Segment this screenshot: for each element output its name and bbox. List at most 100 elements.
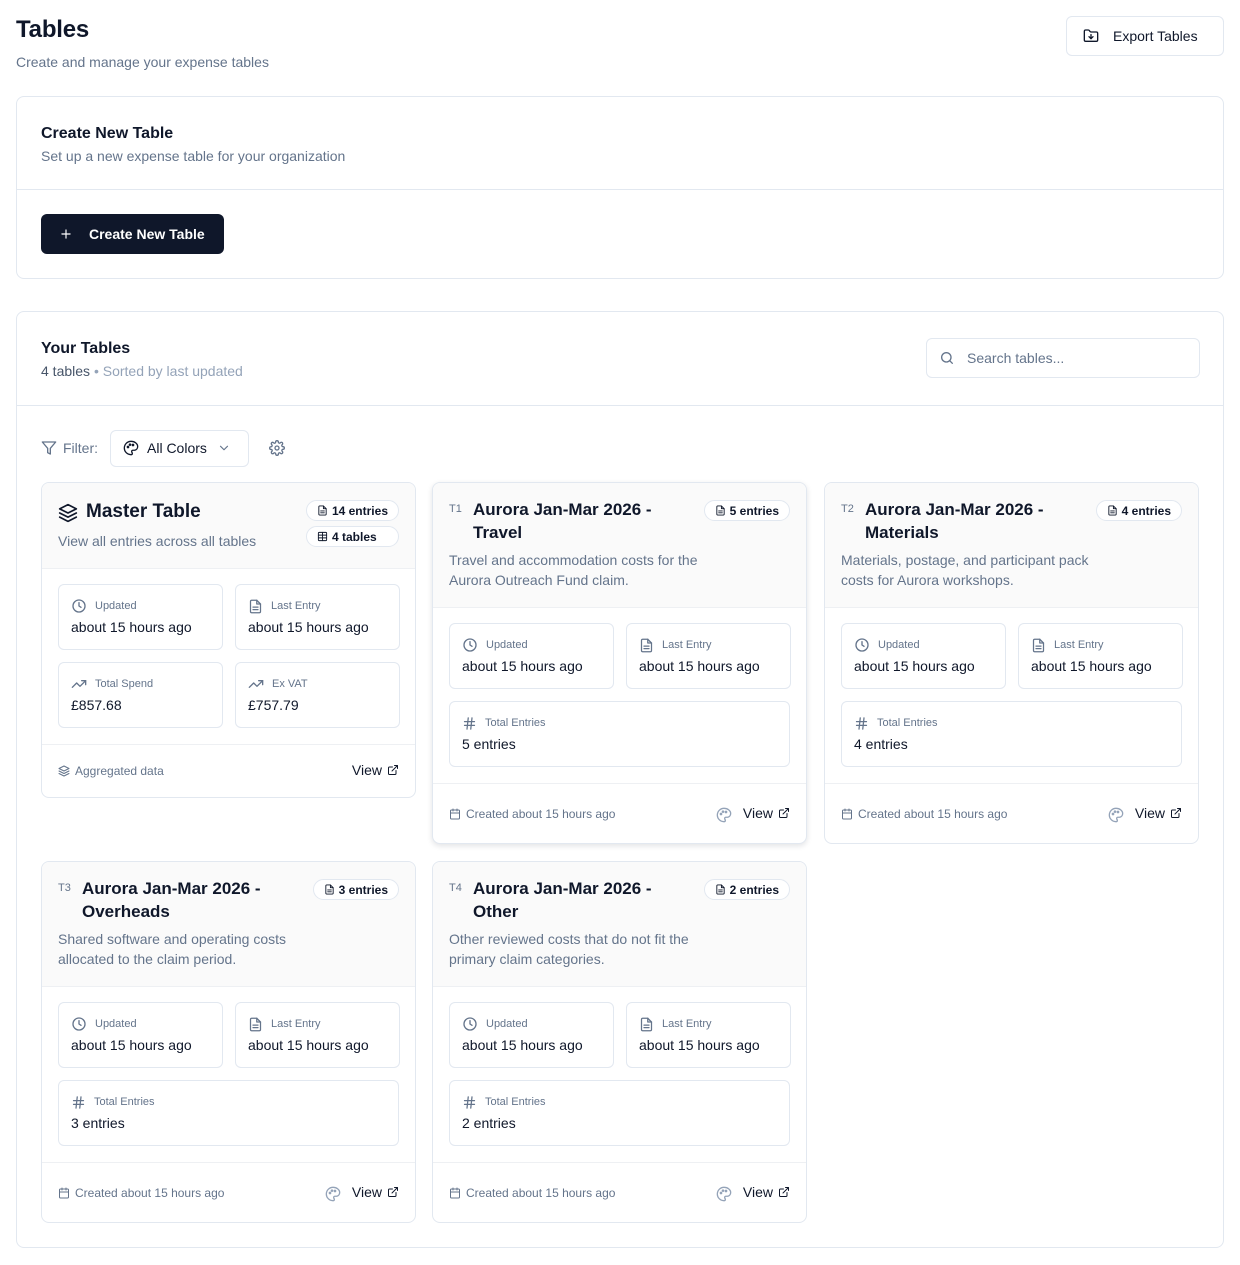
stat-label: Total Entries (485, 717, 546, 729)
last-entry-stat: Last Entry about 15 hours ago (235, 1002, 400, 1068)
stat-value: about 15 hours ago (71, 619, 192, 635)
palette-icon[interactable] (716, 1186, 732, 1202)
trending-up-icon (71, 676, 87, 692)
stat-label: Updated (878, 639, 920, 651)
stat-value: about 15 hours ago (71, 1037, 192, 1053)
stat-value: 4 entries (854, 736, 908, 752)
entries-badge-label: 14 entries (331, 503, 388, 518)
file-text-icon (317, 505, 328, 516)
created-label: Created about 15 hours ago (858, 807, 1008, 821)
gear-icon[interactable] (269, 440, 285, 456)
stat-value: about 15 hours ago (462, 1037, 583, 1053)
file-text-icon (715, 505, 726, 516)
total-entries-stat: Total Entries 3 entries (58, 1080, 399, 1146)
total-entries-stat: Total Entries 2 entries (449, 1080, 790, 1146)
stat-label: Last Entry (1054, 639, 1104, 651)
created-label: Created about 15 hours ago (466, 1186, 616, 1200)
stat-label: Ex VAT (272, 678, 308, 690)
create-new-table-button[interactable]: Create New Table (41, 214, 224, 254)
master-table-subtitle: View all entries across all tables (58, 533, 257, 549)
table-card-footer: Created about 15 hours ago View (433, 783, 806, 843)
table-description: Materials, postage, and participant pack… (841, 552, 1089, 588)
calendar-icon (449, 1187, 461, 1199)
table-card-t4[interactable]: T4 Aurora Jan-Mar 2026 - Other 2 entries Ot… (432, 861, 807, 1223)
stat-label: Last Entry (271, 1018, 321, 1030)
stat-value: about 15 hours ago (462, 658, 583, 674)
palette-icon (123, 440, 139, 456)
export-tables-button[interactable]: Export Tables (1066, 16, 1224, 56)
palette-icon[interactable] (716, 807, 732, 823)
your-tables-header: Your Tables 4 tables • Sorted by last up… (17, 312, 1223, 406)
stat-label: Updated (486, 1018, 528, 1030)
table-card-t2[interactable]: T2 Aurora Jan-Mar 2026 - Materials 4 entri… (824, 482, 1199, 844)
entries-badge: 5 entries (703, 500, 790, 521)
file-text-icon (1031, 638, 1046, 653)
view-label: View (742, 1184, 773, 1200)
stat-value: 5 entries (462, 736, 516, 752)
master-table-title: Master Table (86, 501, 201, 522)
color-filter-value: All Colors (147, 440, 207, 456)
table-card-header: T2 Aurora Jan-Mar 2026 - Materials 4 entri… (825, 483, 1198, 608)
view-link[interactable]: View (743, 805, 790, 821)
file-text-icon (248, 1017, 263, 1032)
total-entries-stat: Total Entries 5 entries (449, 701, 790, 767)
master-ex-vat-stat: Ex VAT £757.79 (235, 662, 400, 728)
external-link-icon (1170, 807, 1182, 819)
hash-icon (854, 716, 869, 731)
layers-icon (58, 765, 70, 777)
export-tables-label: Export Tables (1113, 28, 1198, 44)
filter-label: Filter: (41, 440, 98, 456)
search-tables-input[interactable]: Search tables... (926, 338, 1200, 378)
entries-badge: 3 entries (312, 879, 399, 900)
table-code: T4 (449, 882, 462, 894)
table-card-t3[interactable]: T3 Aurora Jan-Mar 2026 - Overheads 3 entri… (41, 861, 416, 1223)
table-card-footer: Created about 15 hours ago View (42, 1162, 415, 1222)
updated-stat: Updated about 15 hours ago (449, 623, 614, 689)
table-card-footer: Created about 15 hours ago View (433, 1162, 806, 1222)
view-label: View (351, 1184, 382, 1200)
view-link[interactable]: View (352, 1184, 399, 1200)
external-link-icon (778, 1186, 790, 1198)
page-title: Tables (16, 16, 90, 43)
stat-label: Total Entries (485, 1096, 546, 1108)
hash-icon (462, 716, 477, 731)
clock-icon (462, 637, 478, 653)
trending-up-icon (248, 676, 264, 692)
stat-value: £857.68 (71, 697, 122, 713)
table-description: Travel and accommodation costs for the A… (449, 552, 698, 588)
table-card-header: T1 Aurora Jan-Mar 2026 - Travel 5 entries T… (433, 483, 806, 608)
created-label: Created about 15 hours ago (466, 807, 616, 821)
view-link[interactable]: View (352, 762, 399, 778)
view-link[interactable]: View (1135, 805, 1182, 821)
filter-icon (41, 440, 57, 456)
table-description: Shared software and operating costs allo… (58, 931, 287, 967)
clock-icon (71, 598, 87, 614)
chevron-down-icon (217, 441, 231, 455)
table-card-t1[interactable]: T1 Aurora Jan-Mar 2026 - Travel 5 entries T… (432, 482, 807, 844)
stat-label: Updated (486, 639, 528, 651)
created-label: Created about 15 hours ago (75, 1186, 225, 1200)
palette-icon[interactable] (1108, 807, 1124, 823)
file-text-icon (324, 884, 335, 895)
updated-stat: Updated about 15 hours ago (449, 1002, 614, 1068)
created-info: Created about 15 hours ago (449, 1186, 615, 1200)
table-code: T2 (841, 503, 854, 515)
view-label: View (351, 762, 382, 778)
meta-separator: • (93, 363, 99, 379)
updated-stat: Updated about 15 hours ago (841, 623, 1006, 689)
palette-icon[interactable] (325, 1186, 341, 1202)
color-filter-select[interactable]: All Colors (110, 429, 249, 467)
create-table-header: Create New Table Set up a new expense ta… (17, 97, 1223, 190)
file-text-icon (715, 884, 726, 895)
master-total-spend-stat: Total Spend £857.68 (58, 662, 223, 728)
view-link[interactable]: View (743, 1184, 790, 1200)
file-text-icon (248, 599, 263, 614)
file-text-icon (639, 1017, 654, 1032)
external-link-icon (778, 807, 790, 819)
stat-value: 2 entries (462, 1115, 516, 1131)
stat-value: £757.79 (248, 697, 299, 713)
table-code: T1 (449, 503, 462, 515)
clock-icon (462, 1016, 478, 1032)
master-table-card[interactable]: Master Table View all entries across all… (41, 482, 416, 798)
calendar-icon (841, 808, 853, 820)
